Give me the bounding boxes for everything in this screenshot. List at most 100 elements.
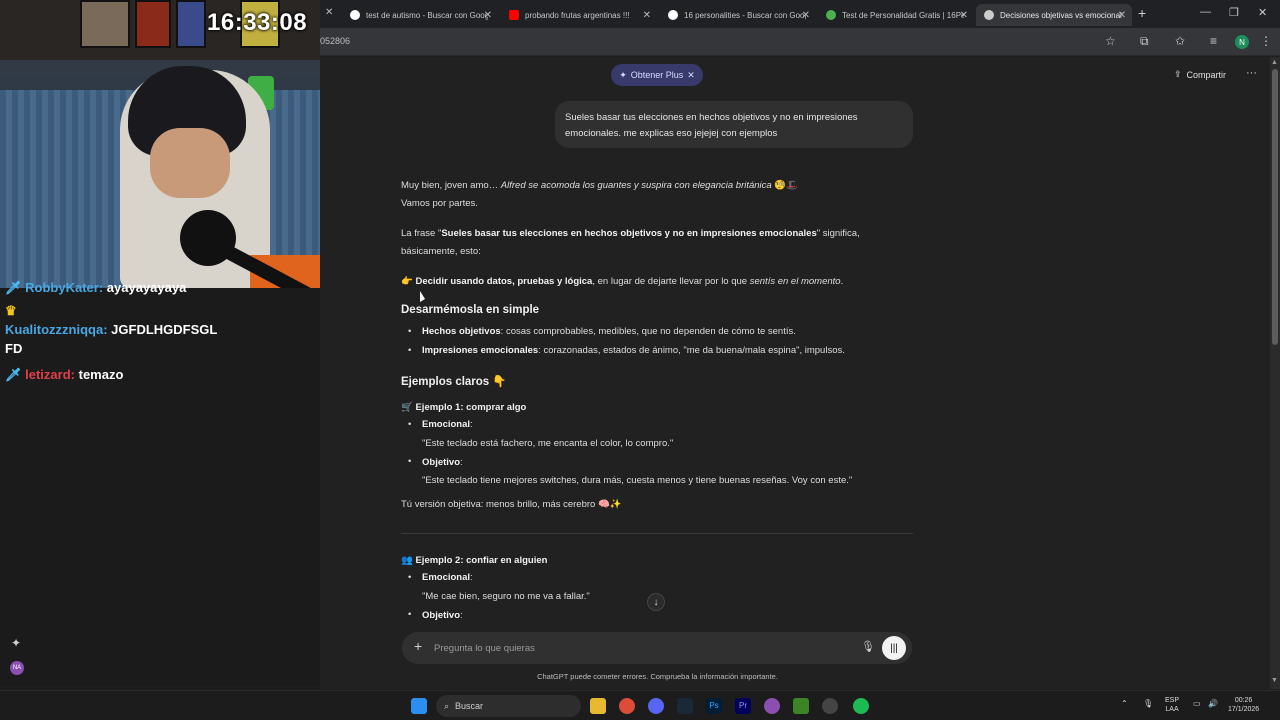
close-icon[interactable]: ✕ [484,10,492,21]
close-icon[interactable]: ✕ [643,10,651,21]
chrome-icon[interactable] [619,698,635,714]
microphone-icon[interactable]: 🎙 [861,640,875,653]
voice-mode-button[interactable]: ||| [882,636,906,660]
tab-frutas[interactable]: probando frutas argentinas !!! ✕ [501,4,657,26]
plus-icon[interactable]: + [414,638,422,654]
menu-kebab-icon[interactable]: ⋮ [1260,34,1272,48]
chat-message: 🗡 letizard: temazo [5,366,123,384]
close-icon[interactable]: ✕ [1118,10,1126,21]
profile-avatar[interactable]: N [1235,35,1249,49]
answer-bold: Decidir usando datos, pruebas y lógica [415,276,593,287]
list-item: Impresiones emocionales: corazonadas, es… [422,343,845,359]
webcam-poster [176,0,206,48]
media-control-icon[interactable]: ≡ [1210,34,1217,48]
volume-icon[interactable]: 🔊 [1208,699,1218,708]
microphone-icon[interactable]: 🎙 [1143,699,1153,708]
bookmark-star-icon[interactable]: ☆ [1105,34,1116,48]
answer-intro: Muy bien, joven amo… Alfred se acomoda l… [401,178,798,194]
chevron-up-icon[interactable]: ⌃ [1121,699,1128,708]
scroll-to-bottom-button[interactable]: ↓ [647,593,665,611]
page-scrollbar[interactable]: ▲ ▼ [1270,57,1280,689]
answer-bold: Impresiones emocionales [422,345,539,356]
crown-icon: ♛ [5,303,17,318]
tab-16personalities-search[interactable]: 16 personalities - Buscar con Google ✕ [660,4,816,26]
sparkle-icon[interactable]: ✦ [11,636,21,650]
tab-decisiones[interactable]: Decisiones objetivas vs emocionales ✕ [976,4,1132,26]
system-clock[interactable]: 00:26 17/1/2026 [1228,696,1259,714]
list-item: Emocional: [422,417,473,433]
window-close-icon[interactable]: ✕ [1258,6,1267,19]
get-plus-button[interactable]: ✦ Obtener Plus ✕ [611,64,703,86]
answer-bold: Hechos objetivos [422,326,501,337]
answer-italic: sentís en el momento [749,276,841,287]
prompt-input[interactable] [434,640,834,656]
bookmarks-icon[interactable]: ✩ [1175,34,1185,48]
scrollbar-thumb[interactable] [1272,69,1278,345]
scroll-up-icon[interactable]: ▲ [1271,59,1278,66]
search-label: Buscar [455,701,484,711]
example-title: 🛒 Ejemplo 1: comprar algo [401,402,527,413]
close-icon[interactable]: ✕ [960,10,968,21]
answer-text: Vamos por partes. [401,198,478,209]
answer-text: : [470,419,473,430]
windows-start-icon[interactable] [411,698,427,714]
language-indicator[interactable]: ESP LAA [1165,696,1179,714]
steam-icon[interactable] [677,698,693,714]
file-explorer-icon[interactable] [590,698,606,714]
close-icon[interactable]: ✕ [802,10,810,21]
tab-test-personalidad[interactable]: Test de Personalidad Gratis | 16Personal… [818,4,974,26]
close-icon[interactable]: ✕ [325,7,333,18]
maximize-icon[interactable]: ❐ [1229,6,1239,19]
chat-username: RobbyKater: [25,280,104,295]
tab-title: Decisiones objetivas vs emocionales [1000,10,1122,20]
app-icon[interactable] [822,698,838,714]
minimize-icon[interactable]: — [1200,6,1211,18]
clock-time: 00:26 [1234,697,1253,704]
close-icon[interactable]: ✕ [687,70,695,81]
sparkle-icon: ✦ [619,69,627,80]
share-button[interactable]: ⇪ Compartir [1174,69,1226,80]
avatar[interactable]: NA [10,661,24,675]
arrow-down-icon: ↓ [653,596,659,608]
section-heading: Ejemplos claros 👇 [401,376,507,388]
premiere-icon[interactable]: Pr [735,698,751,714]
answer-italic: Alfred se acomoda los guantes y suspira … [500,180,772,191]
section-heading: Desarmémosla en simple [401,304,540,316]
answer-bold: Emocional [422,419,471,430]
chat-message: ♛ [5,302,17,320]
list-item: Hechos objetivos: cosas comprobables, me… [422,324,796,340]
keyboard-layout: LAA [1165,706,1179,713]
minecraft-icon[interactable] [793,698,809,714]
answer-emoji: 🧐🎩 [774,180,799,191]
answer-text: básicamente, esto: [401,246,481,257]
spotify-icon[interactable] [853,698,869,714]
obs-icon[interactable] [764,698,780,714]
scroll-down-arrow-icon[interactable]: ▼ [1271,677,1278,684]
bullet-dot: • [408,572,412,583]
bullet-dot: • [408,419,412,430]
answer-text: . [840,276,844,287]
discord-icon[interactable] [648,698,664,714]
answer-bold: Objetivo [422,457,461,468]
taskbar: ⌕ Buscar Ps Pr ⌃ 🎙 ESP LAA ▭ 🔊 00:26 17/… [0,690,1280,720]
answer-bold: Sueles basar tus elecciones en hechos ob… [441,228,817,239]
url-text[interactable]: 052806 [320,36,350,46]
photoshop-icon[interactable]: Ps [706,698,722,714]
google-icon [350,10,360,20]
address-bar[interactable]: 052806 ☆ ⧉ ✩ ≡ ⋮ [320,28,1280,56]
network-icon[interactable]: ▭ [1193,699,1201,708]
answer-text: , en lugar de dejarte llevar por lo que [592,276,750,287]
tab-title: Test de Personalidad Gratis | 16Personal… [842,10,964,20]
new-tab-icon[interactable]: + [1138,5,1146,21]
extensions-icon[interactable]: ⧉ [1140,34,1149,49]
sword-icon: 🗡 [5,280,22,295]
taskbar-search[interactable]: ⌕ Buscar [436,695,581,717]
bullet-dot: • [408,456,412,467]
composer: + 🎙 ||| [402,632,912,664]
webcam-poster [80,0,130,48]
tab-title: test de autismo - Buscar con Google [366,10,488,20]
search-icon: ⌕ [444,700,450,711]
tab-autismo[interactable]: test de autismo - Buscar con Google ✕ [342,4,498,26]
personalities-icon [826,10,836,20]
more-options-icon[interactable]: ··· [1246,67,1257,79]
